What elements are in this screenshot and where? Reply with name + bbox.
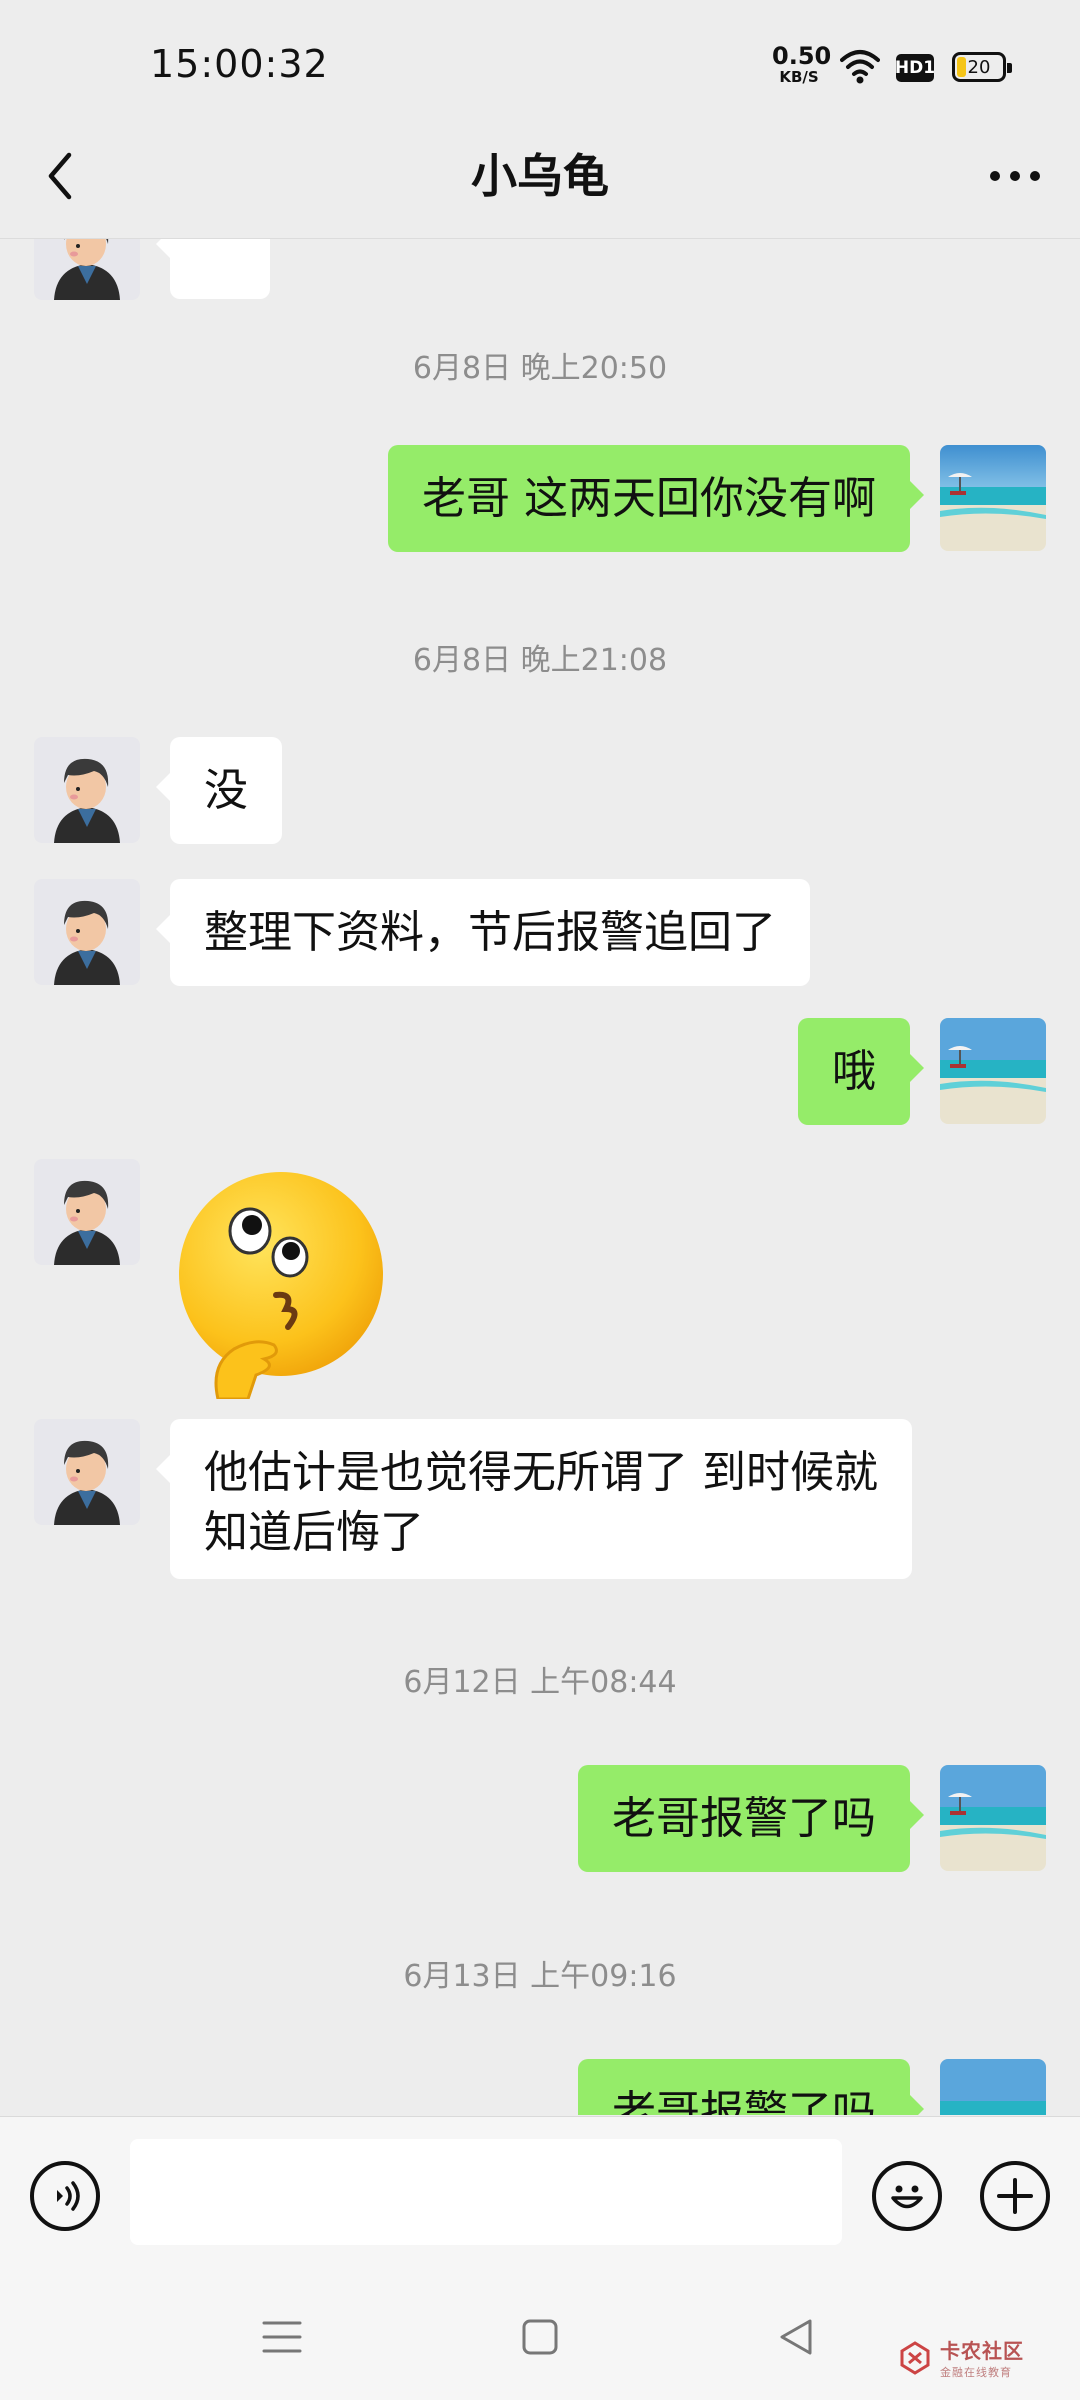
- system-navigation-bar: 卡农社区 金融在线教育: [0, 2277, 1080, 2400]
- incoming-message-bubble[interactable]: 整理下资料，节后报警追回了: [156, 879, 810, 986]
- battery-level: 20: [967, 56, 991, 78]
- kanong-logo-icon: [900, 2340, 930, 2375]
- hd-voice-badge: HD1: [895, 54, 935, 82]
- message-timestamp: 6月12日 上午08:44: [403, 1665, 677, 1700]
- incoming-message-bubble[interactable]: 他估计是也觉得无所谓了 到时候就知道后悔了: [156, 1419, 912, 1579]
- more-options-button[interactable]: [980, 146, 1050, 206]
- contact-avatar[interactable]: [34, 1419, 140, 1525]
- outgoing-message-bubble[interactable]: 老哥 这两天回你没有啊: [388, 445, 924, 552]
- home-icon[interactable]: [520, 2317, 560, 2357]
- message-timestamp: 6月8日 晚上21:08: [412, 643, 668, 678]
- chat-header: 小乌龟: [0, 130, 1080, 239]
- back-triangle-icon[interactable]: [776, 2317, 816, 2357]
- more-functions-button[interactable]: [980, 2161, 1050, 2231]
- outgoing-message-bubble[interactable]: 老哥报警了吗: [578, 1765, 924, 1872]
- network-speed: 0.50 KB/S: [772, 42, 832, 86]
- network-speed-value: 0.50: [772, 42, 832, 70]
- smiley-icon: [891, 2185, 923, 2209]
- wifi-icon: [840, 50, 880, 84]
- message-timestamp: 6月8日 晚上20:50: [412, 351, 668, 386]
- outgoing-message-bubble[interactable]: 老哥报警了吗: [578, 2059, 924, 2115]
- watermark-tagline: 金融在线教育: [940, 2366, 1012, 2379]
- my-avatar[interactable]: [940, 445, 1046, 551]
- emoji-button[interactable]: [872, 2161, 942, 2231]
- network-speed-unit: KB/S: [779, 68, 819, 86]
- more-dot-icon: [1030, 171, 1040, 181]
- incoming-message-bubble[interactable]: 没: [156, 737, 282, 844]
- message-timestamp: 6月13日 上午09:16: [403, 1959, 677, 1994]
- status-time: 15:00:32: [150, 42, 329, 86]
- partial-incoming-bubble[interactable]: [156, 239, 270, 299]
- contact-avatar[interactable]: [34, 879, 140, 985]
- status-bar: 15:00:32 0.50 KB/S HD1 20: [0, 0, 1080, 130]
- contact-avatar[interactable]: [34, 737, 140, 843]
- outgoing-message-bubble[interactable]: 哦: [798, 1018, 924, 1125]
- watermark-logo: 卡农社区 金融在线教育: [898, 2335, 1024, 2380]
- menu-icon[interactable]: [262, 2317, 302, 2357]
- contact-avatar[interactable]: [34, 1159, 140, 1265]
- battery-icon: 20: [952, 52, 1012, 82]
- plus-icon: [997, 2178, 1033, 2214]
- more-dot-icon: [990, 171, 1000, 181]
- message-input-bar: [0, 2116, 1080, 2277]
- voice-input-button[interactable]: [30, 2161, 100, 2231]
- my-avatar[interactable]: [940, 1765, 1046, 1871]
- my-avatar[interactable]: [940, 1018, 1046, 1124]
- voice-icon: [57, 2181, 80, 2211]
- my-avatar[interactable]: [940, 2059, 1046, 2115]
- contact-avatar[interactable]: [34, 239, 140, 300]
- message-text-input[interactable]: [130, 2139, 842, 2245]
- message-list[interactable]: 6月8日 晚上20:50 老哥 这两天回你没有啊 6月8日 晚上21:08 没 …: [0, 239, 1080, 2115]
- more-dot-icon: [1010, 171, 1020, 181]
- watermark-name: 卡农社区: [940, 2339, 1024, 2363]
- thinking-face-emoji[interactable]: [178, 1169, 388, 1399]
- chat-title: 小乌龟: [471, 149, 609, 203]
